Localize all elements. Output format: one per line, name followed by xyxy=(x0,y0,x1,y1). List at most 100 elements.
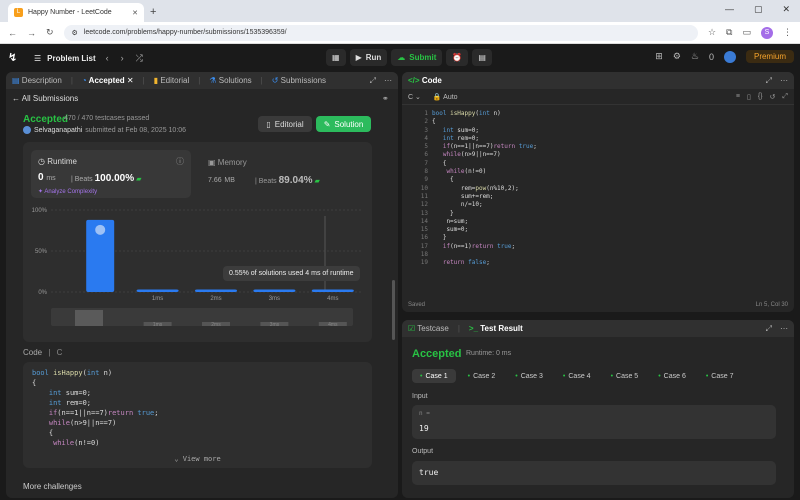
editorial-button[interactable]: ▯ Editorial xyxy=(258,116,312,132)
streak-fire-icon[interactable]: ♨ xyxy=(691,51,699,62)
share-link-icon[interactable]: ⚭ xyxy=(382,94,389,103)
browser-tab[interactable]: L Happy Number - LeetCode ✕ xyxy=(8,3,144,22)
format-icon[interactable]: ≡ xyxy=(736,93,740,101)
new-tab-icon[interactable]: + xyxy=(150,6,156,18)
analyze-complexity-link[interactable]: ✦ Analyze Complexity xyxy=(38,188,97,195)
code-panel-actions: ⤢ ⋯ xyxy=(766,76,788,86)
case-tab[interactable]: • Case 1 xyxy=(412,369,456,383)
runtime-beats: | Beats 100.00% ▰ xyxy=(71,173,142,184)
timer-button[interactable]: ⏰ xyxy=(446,49,469,66)
code-lang: C xyxy=(56,348,63,357)
test-menu-icon[interactable]: ⋯ xyxy=(780,324,788,334)
memory-label: Memory xyxy=(217,158,247,167)
reset-icon[interactable]: ↺ xyxy=(770,93,776,101)
solution-button[interactable]: ✎ Solution xyxy=(316,116,371,132)
case-tab-label: Case 7 xyxy=(711,372,734,380)
leetcode-logo-icon[interactable]: ↯ xyxy=(8,51,20,65)
tab-submissions-label: Submissions xyxy=(280,76,327,85)
fullscreen-icon[interactable]: ⤢ xyxy=(782,93,788,101)
settings-gear-icon[interactable]: ⚙ xyxy=(673,51,681,62)
test-runtime: Runtime: 0 ms xyxy=(466,350,512,357)
code-line: while(n!=0) xyxy=(53,439,100,447)
reload-icon[interactable]: ↻ xyxy=(46,27,54,38)
code-line: int rem=0; xyxy=(48,399,92,407)
tab-submissions[interactable]: ↺ Submissions xyxy=(272,76,326,85)
runtime-card[interactable]: ◷ Runtime ⓘ 0 ms | Beats 100.00% ▰ ✦ Ana… xyxy=(31,150,191,198)
line-number: 17 xyxy=(420,242,428,250)
prev-problem-icon[interactable]: ‹ xyxy=(106,53,109,64)
line-number: 8 xyxy=(424,168,428,176)
maximize-editor-icon[interactable]: ⤢ xyxy=(766,76,772,86)
case-tab[interactable]: • Case 5 xyxy=(603,369,647,383)
code-line: { xyxy=(432,176,454,184)
left-panel-scrollbar[interactable] xyxy=(392,280,395,340)
language-select[interactable]: C ⌄ xyxy=(408,93,421,101)
layout-icon[interactable]: ⊞ xyxy=(655,51,663,62)
code-editor[interactable]: bool isHappy(int n){ int sum=0; int rem=… xyxy=(432,110,537,268)
premium-button[interactable]: Premium xyxy=(745,50,794,63)
tab-editorial[interactable]: ▮ Editorial xyxy=(154,76,190,85)
maximize-test-icon[interactable]: ⤢ xyxy=(766,324,772,334)
memory-title[interactable]: ▣ Memory xyxy=(208,158,247,167)
profile-avatar[interactable]: S xyxy=(761,26,773,39)
menu-kebab-icon[interactable]: ⋮ xyxy=(783,27,792,38)
forward-icon[interactable]: → xyxy=(27,28,36,38)
case-tab[interactable]: • Case 3 xyxy=(507,369,551,383)
close-window-icon[interactable]: ✕ xyxy=(782,4,790,15)
chart-bar xyxy=(253,289,296,292)
code-line: } xyxy=(432,234,447,242)
site-info-icon[interactable]: ⚙ xyxy=(72,29,78,37)
pass-dot-icon: • xyxy=(515,372,518,380)
tab-solutions[interactable]: ⚗ Solutions xyxy=(209,76,251,85)
url-input[interactable]: ⚙ leetcode.com/problems/happy-number/sub… xyxy=(63,24,698,41)
mini-x-label: 1ms xyxy=(153,322,163,328)
bookmark-star-icon[interactable]: ☆ xyxy=(708,27,716,38)
close-tab-icon[interactable]: ✕ xyxy=(132,9,138,17)
debug-button[interactable]: ▦ xyxy=(326,49,346,66)
code-section-label: Code | C xyxy=(23,348,62,357)
editor-menu-icon[interactable]: ⋯ xyxy=(780,76,788,86)
next-problem-icon[interactable]: › xyxy=(121,53,124,64)
run-button[interactable]: ▶ Run xyxy=(349,49,388,66)
runtime-beats-label: Beats xyxy=(74,176,93,183)
case-tab[interactable]: • Case 7 xyxy=(698,369,742,383)
user-avatar[interactable] xyxy=(723,50,736,63)
chart-bar xyxy=(311,289,354,292)
tab-accepted[interactable]: ◔ Accepted ✕ xyxy=(82,76,134,85)
list-icon: ☰ xyxy=(34,53,42,63)
line-number: 10 xyxy=(420,184,428,192)
submission-status: Accepted xyxy=(23,114,69,125)
all-submissions-link[interactable]: ← All Submissions ⚭ xyxy=(12,94,389,103)
runtime-beats-value: 100.00% xyxy=(94,173,135,184)
case-tab-label: Case 4 xyxy=(568,372,591,380)
auto-mode[interactable]: 🔒 Auto xyxy=(433,93,458,101)
close-tab-icon[interactable]: ✕ xyxy=(127,76,134,85)
editorial-icon: ▮ xyxy=(153,76,159,85)
problem-list-button[interactable]: ☰ Problem List xyxy=(34,54,96,63)
bookmark-icon[interactable]: ▯ xyxy=(747,93,751,101)
tab-test-result[interactable]: >_ Test Result xyxy=(469,324,523,333)
shuffle-icon[interactable]: ⤮ xyxy=(136,53,143,64)
minimize-icon[interactable]: — xyxy=(725,4,734,15)
notes-button[interactable]: ▤ xyxy=(472,49,492,66)
code-tab[interactable]: </> Code xyxy=(408,76,442,85)
username[interactable]: Selvaganapathi xyxy=(34,127,82,134)
back-icon[interactable]: ← xyxy=(8,28,17,38)
braces-icon[interactable]: {} xyxy=(758,93,763,101)
extensions-icon[interactable]: ⧉ xyxy=(726,27,732,38)
case-tab[interactable]: • Case 2 xyxy=(460,369,504,383)
maximize-icon[interactable]: ▢ xyxy=(754,4,763,15)
info-icon[interactable]: ⓘ xyxy=(176,156,184,167)
view-more-button[interactable]: ⌄ View more xyxy=(23,454,372,464)
tab-testcase[interactable]: ☑ Testcase xyxy=(408,324,449,333)
editorial-button-label: Editorial xyxy=(274,119,304,129)
maximize-panel-icon[interactable]: ⤢ xyxy=(370,76,376,86)
sidebar-icon[interactable]: ▭ xyxy=(742,27,751,38)
chart-bar xyxy=(195,289,237,292)
submit-button[interactable]: ☁ Submit xyxy=(391,49,443,66)
case-tab[interactable]: • Case 4 xyxy=(555,369,599,383)
tab-description[interactable]: ▤ Description xyxy=(12,76,62,85)
case-tab[interactable]: • Case 6 xyxy=(650,369,694,383)
panel-menu-icon[interactable]: ⋯ xyxy=(384,76,392,86)
